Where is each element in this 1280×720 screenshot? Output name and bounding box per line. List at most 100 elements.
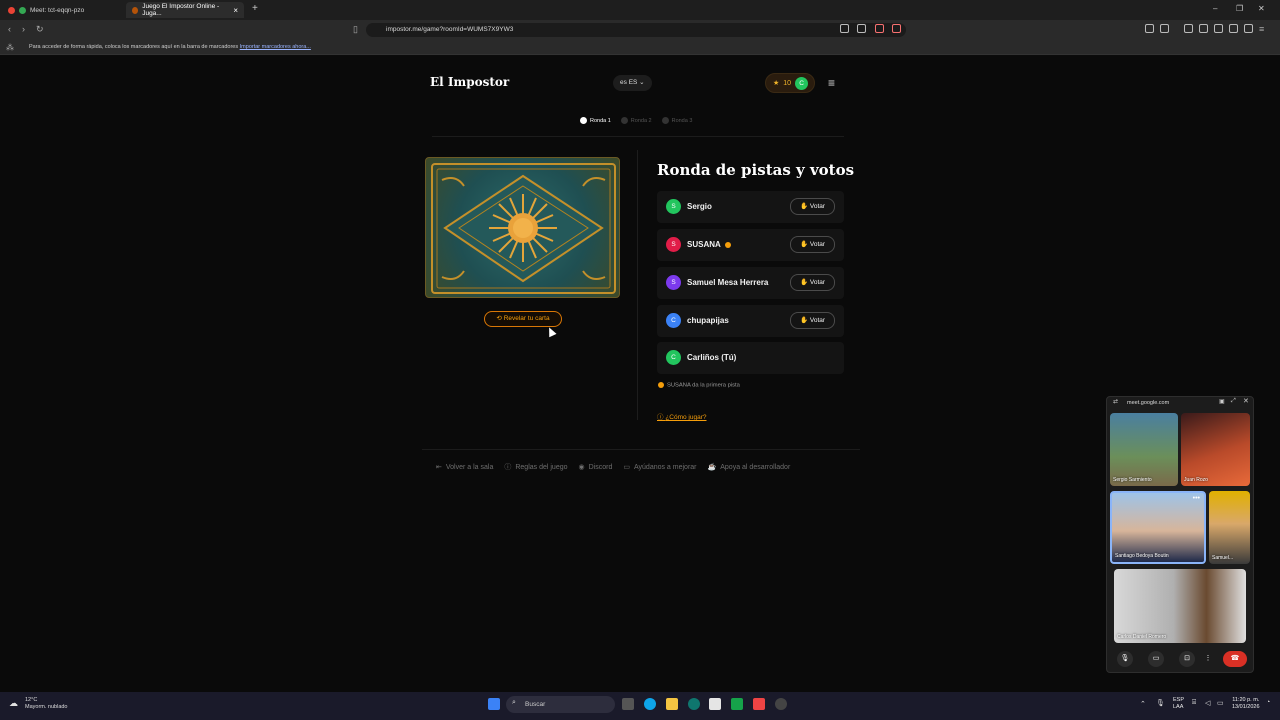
mic-tray-icon[interactable]: 🎙 <box>1156 699 1165 707</box>
store-icon[interactable] <box>709 698 721 710</box>
taskbar-search[interactable]: Buscar <box>506 696 615 713</box>
user-avatar[interactable]: C <box>795 76 809 90</box>
how-to-play-link[interactable]: ⓘ ¿Cómo jugar? <box>657 411 707 421</box>
minimize-icon[interactable]: – <box>1213 4 1217 13</box>
notifications-icon[interactable]: ◔ <box>1266 699 1270 706</box>
star-icon: ★ <box>773 80 780 87</box>
more-options-icon[interactable]: ⋮ <box>1203 651 1213 667</box>
vertical-divider <box>637 150 638 420</box>
participant-tile[interactable]: Carlos Daniel Romero <box>1114 569 1246 643</box>
player-card[interactable] <box>425 157 620 298</box>
input-language[interactable]: ESP LAA <box>1173 697 1184 711</box>
participant-name: Sergio Sarmiento <box>1113 477 1152 483</box>
language-selector[interactable]: es ES ⌄ <box>613 75 652 91</box>
link-icon: ⇄ <box>1113 399 1119 405</box>
maximize-icon[interactable]: ❐ <box>1236 4 1243 13</box>
feedback-link[interactable]: ▭ Ayúdanos a mejorar <box>623 462 696 472</box>
close-window-icon[interactable]: ✕ <box>1258 4 1265 13</box>
round-step-2: Ronda 2 <box>620 117 652 124</box>
close-tab-icon[interactable]: × <box>233 6 238 15</box>
player-name: Sergio <box>687 202 712 211</box>
copilot-icon[interactable] <box>644 698 656 710</box>
meet-domain: meet.google.com <box>1127 400 1170 406</box>
microphone-button[interactable]: 🎙 <box>1117 651 1133 667</box>
close-pip-icon[interactable]: ✕ <box>1243 397 1249 405</box>
vote-label: Votar <box>809 203 826 210</box>
vote-button[interactable]: ✋ Votar <box>790 312 835 329</box>
info-icon: ⓘ <box>504 464 512 471</box>
profile-icon[interactable] <box>1244 24 1253 33</box>
chevron-up-icon[interactable]: ⌃ <box>1140 700 1146 708</box>
brave-shield-icon[interactable] <box>875 24 884 33</box>
tab-impostor[interactable]: Juego El Impostor Online - Juga... × <box>126 2 244 18</box>
participant-name: Juan Rozo <box>1184 477 1208 483</box>
media-icon[interactable] <box>1184 24 1193 33</box>
back-to-tab-icon[interactable]: ▣ <box>1219 398 1225 405</box>
turn-hint-text: SUSANA da la primera pista <box>667 382 740 389</box>
xbox-icon[interactable] <box>731 698 743 710</box>
apps-grid-icon[interactable]: ⁂ <box>6 43 14 52</box>
import-bookmarks-link[interactable]: Importar marcadores ahora... <box>240 44 311 50</box>
end-call-button[interactable]: ☎ <box>1223 651 1247 667</box>
camera-button[interactable]: ▭ <box>1148 651 1164 667</box>
vote-button[interactable]: ✋ Votar <box>790 236 835 253</box>
participant-tile[interactable]: Sergio Sarmiento <box>1110 413 1178 486</box>
more-options-icon[interactable]: ••• <box>1193 495 1200 502</box>
round-progress: Ronda 1 Ronda 2 Ronda 3 <box>580 117 692 124</box>
record-icon <box>8 6 15 14</box>
taskbar <box>0 692 1280 720</box>
round-dot-icon <box>580 117 587 124</box>
network-icon[interactable]: ⌸ <box>1192 699 1196 707</box>
bookmark-icon[interactable]: ▯ <box>353 24 358 35</box>
browser-menu-icon[interactable]: ≡ <box>1259 24 1264 34</box>
share-icon[interactable] <box>857 24 866 33</box>
participant-tile[interactable]: Samuel... <box>1209 491 1250 564</box>
points-badge[interactable]: ★ 10 C <box>765 73 815 93</box>
brave-rewards-icon[interactable] <box>892 24 901 33</box>
card-back-ornament-icon <box>431 163 616 294</box>
participant-tile-active[interactable]: Santiago Bedoya Boutin ••• <box>1110 491 1206 564</box>
windows-start-icon[interactable] <box>488 698 500 710</box>
expand-icon[interactable]: ⤢ <box>1231 398 1236 405</box>
language-label: ES <box>628 79 638 86</box>
sidebar-icon[interactable] <box>1160 24 1169 33</box>
brave-icon[interactable] <box>753 698 765 710</box>
url-field[interactable]: impostor.me/game?roomId=WUMS7X9YW3 <box>366 23 906 37</box>
chevron-down-icon: ⌄ <box>639 79 645 86</box>
game-rules-link[interactable]: ⓘ Reglas del juego <box>504 462 567 472</box>
reveal-card-button[interactable]: ⟲ Revelar tu carta <box>484 311 562 327</box>
reload-icon[interactable]: ↻ <box>36 24 44 35</box>
exit-icon: ⇤ <box>436 464 442 471</box>
reading-icon[interactable] <box>1199 24 1208 33</box>
vpn-icon[interactable] <box>1229 24 1238 33</box>
site-logo[interactable]: El Impostor <box>430 75 509 89</box>
hamburger-menu-icon[interactable]: ≡ <box>828 77 835 89</box>
settings-icon[interactable] <box>775 698 787 710</box>
file-explorer-icon[interactable] <box>666 698 678 710</box>
weather-widget[interactable]: 12°C Mayorm. nublado <box>25 697 68 711</box>
tab-meet[interactable]: Meet: tct-eqqn-pzo <box>2 2 124 18</box>
present-button[interactable]: ⊡ <box>1179 651 1195 667</box>
new-tab-icon[interactable]: + <box>252 3 258 14</box>
support-developer-link[interactable]: ☕ Apoya al desarrollador <box>708 462 791 472</box>
forward-icon[interactable]: › <box>22 24 25 34</box>
vote-button[interactable]: ✋ Votar <box>790 274 835 291</box>
wallet-icon[interactable] <box>1214 24 1223 33</box>
volume-icon[interactable]: ◁ <box>1205 699 1210 707</box>
player-row: S Samuel Mesa Herrera ✋ Votar <box>657 267 844 299</box>
vote-label: Votar <box>809 317 826 324</box>
back-to-room-link[interactable]: ⇤ Volver a la sala <box>436 462 493 472</box>
battery-icon[interactable]: ▭ <box>1217 699 1224 707</box>
clock[interactable]: 11:20 p. m. 13/01/2026 <box>1232 697 1260 711</box>
back-icon[interactable]: ‹ <box>8 24 11 34</box>
cast-icon[interactable] <box>840 24 849 33</box>
taskbar-search-label: Buscar <box>525 701 546 708</box>
vote-button[interactable]: ✋ Votar <box>790 198 835 215</box>
task-view-icon[interactable] <box>622 698 634 710</box>
lang-bottom: LAA <box>1173 704 1184 710</box>
edge-icon[interactable] <box>688 698 700 710</box>
tab-title: Juego El Impostor Online - Juga... <box>142 3 220 17</box>
discord-link[interactable]: ◉ Discord <box>579 462 613 472</box>
participant-tile[interactable]: Juan Rozo <box>1181 413 1250 486</box>
extensions-icon[interactable] <box>1145 24 1154 33</box>
